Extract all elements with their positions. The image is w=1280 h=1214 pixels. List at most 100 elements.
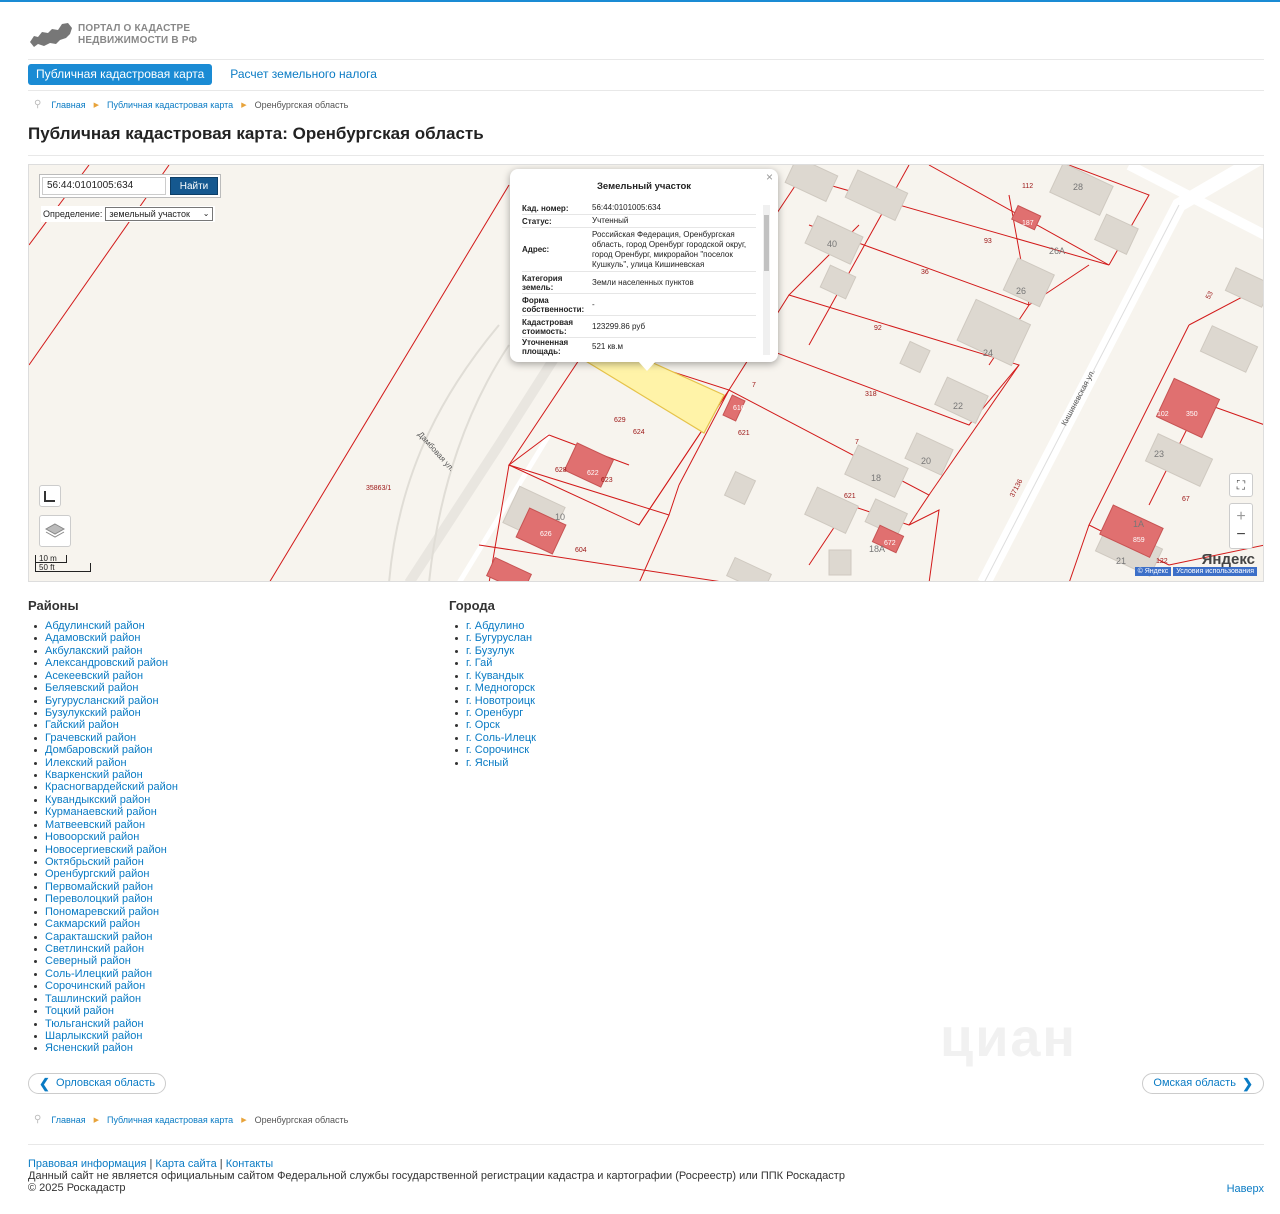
footer: Правовая информация | Карта сайта | Конт… xyxy=(28,1158,845,1194)
district-link[interactable]: Красногвардейский район xyxy=(28,781,178,793)
detail-row: Статус: Учтенный xyxy=(522,215,756,228)
district-link[interactable]: Сакмарский район xyxy=(28,918,178,930)
footer-links: Правовая информация | Карта сайта | Конт… xyxy=(28,1158,274,1170)
district-link[interactable]: Сорочинский район xyxy=(28,980,178,992)
breadcrumb-home[interactable]: Главная xyxy=(51,1115,85,1125)
arrow-right-icon: ▶ xyxy=(93,101,99,109)
city-link[interactable]: г. Соль-Илецк xyxy=(449,732,536,744)
district-link[interactable]: Октябрьский район xyxy=(28,856,178,868)
page-title: Публичная кадастровая карта: Оренбургска… xyxy=(28,124,484,143)
detail-row: Кад. номер: 56:44:0101005:634 xyxy=(522,202,756,215)
city-link[interactable]: г. Новотроицк xyxy=(449,695,536,707)
arrow-right-icon: ▶ xyxy=(93,1116,99,1124)
divider xyxy=(28,59,1264,60)
district-link[interactable]: Пономаревский район xyxy=(28,906,178,918)
tab-land-tax[interactable]: Расчет земельного налога xyxy=(222,64,385,85)
breadcrumb-map[interactable]: Публичная кадастровая карта xyxy=(107,100,233,110)
district-link[interactable]: Тоцкий район xyxy=(28,1005,178,1017)
detail-row: Форма собственности: - xyxy=(522,294,756,316)
district-link[interactable]: Оренбургский район xyxy=(28,868,178,880)
breadcrumb: ⚲ Главная ▶ Публичная кадастровая карта … xyxy=(34,99,348,110)
logo-line-2: НЕДВИЖИМОСТИ В РФ xyxy=(78,35,198,46)
district-link[interactable]: Новосергиевский район xyxy=(28,844,178,856)
search-button[interactable]: Найти xyxy=(170,177,218,195)
district-link[interactable]: Илекский район xyxy=(28,757,178,769)
close-icon[interactable]: × xyxy=(766,170,773,184)
district-link[interactable]: Бугурусланский район xyxy=(28,695,178,707)
yandex-logo: Яндекс xyxy=(1201,551,1255,568)
chevron-left-icon: ❮ xyxy=(39,1076,50,1091)
city-link[interactable]: г. Оренбург xyxy=(449,707,536,719)
site-logo[interactable]: ПОРТАЛ О КАДАСТРЕ НЕДВИЖИМОСТИ В РФ xyxy=(28,18,197,52)
city-link[interactable]: г. Ясный xyxy=(449,757,536,769)
district-link[interactable]: Бузулукский район xyxy=(28,707,178,719)
district-link[interactable]: Кваркенский район xyxy=(28,769,178,781)
city-link[interactable]: г. Бузулук xyxy=(449,645,536,657)
legal-info-link[interactable]: Правовая информация xyxy=(28,1158,146,1170)
breadcrumb-home[interactable]: Главная xyxy=(51,100,85,110)
arrow-right-icon: ▶ xyxy=(241,101,247,109)
terms-link[interactable]: Условия использования xyxy=(1173,567,1257,576)
tab-cadastral-map[interactable]: Публичная кадастровая карта xyxy=(28,64,213,85)
district-link[interactable]: Курманаевский район xyxy=(28,806,178,818)
breadcrumb-bottom: ⚲ Главная ▶ Публичная кадастровая карта … xyxy=(34,1114,348,1125)
arrow-right-icon: ▶ xyxy=(241,1116,247,1124)
russia-map-icon xyxy=(30,23,72,47)
definition-select[interactable]: земельный участок ⌄ xyxy=(105,207,214,221)
cadastral-map[interactable]: Дамбовая ул. Кишиневская ул. 35863/1 371… xyxy=(28,164,1264,582)
city-link[interactable]: г. Орск xyxy=(449,719,536,731)
location-pin-icon: ⚲ xyxy=(34,99,42,110)
district-link[interactable]: Первомайский район xyxy=(28,881,178,893)
district-link[interactable]: Абдулинский район xyxy=(28,620,178,632)
back-to-top-link[interactable]: Наверх xyxy=(1227,1183,1264,1195)
district-link[interactable]: Ташлинский район xyxy=(28,993,178,1005)
next-region-button[interactable]: Омская область ❯ xyxy=(1142,1073,1264,1094)
zoom-in-button[interactable]: + xyxy=(1236,508,1245,526)
city-link[interactable]: г. Абдулино xyxy=(449,620,536,632)
district-link[interactable]: Переволоцкий район xyxy=(28,893,178,905)
divider xyxy=(28,1144,1264,1145)
city-link[interactable]: г. Гай xyxy=(449,657,536,669)
zoom-out-button[interactable]: − xyxy=(1236,526,1245,544)
sitemap-link[interactable]: Карта сайта xyxy=(155,1158,216,1170)
district-link[interactable]: Соль-Илецкий район xyxy=(28,968,178,980)
definition-label: Определение: xyxy=(43,209,103,219)
cadastral-number-input[interactable]: 56:44:0101005:634 xyxy=(42,177,166,195)
city-link[interactable]: г. Бугуруслан xyxy=(449,632,536,644)
district-link[interactable]: Грачевский район xyxy=(28,732,178,744)
district-link[interactable]: Саракташский район xyxy=(28,931,178,943)
district-link[interactable]: Александровский район xyxy=(28,657,178,669)
district-link[interactable]: Домбаровский район xyxy=(28,744,178,756)
detail-row: Категория земель: Земли населенных пункт… xyxy=(522,272,756,294)
district-link[interactable]: Беляевский район xyxy=(28,682,178,694)
fullscreen-icon[interactable]: ⛶ xyxy=(1229,473,1253,497)
district-link[interactable]: Новоорский район xyxy=(28,831,178,843)
district-link[interactable]: Северный район xyxy=(28,955,178,967)
detail-row: Адрес: Российская Федерация, Оренбургска… xyxy=(522,228,756,272)
watermark: циан xyxy=(940,1008,1078,1068)
district-link[interactable]: Матвеевский район xyxy=(28,819,178,831)
district-link[interactable]: Тюльганский район xyxy=(28,1018,178,1030)
district-link[interactable]: Гайский район xyxy=(28,719,178,731)
district-link[interactable]: Шарлыкский район xyxy=(28,1030,178,1042)
district-link[interactable]: Кувандыкский район xyxy=(28,794,178,806)
layers-icon[interactable] xyxy=(39,515,71,547)
divider xyxy=(28,155,1264,156)
district-link[interactable]: Асекеевский район xyxy=(28,670,178,682)
districts-heading: Районы xyxy=(28,598,79,613)
breadcrumb-map[interactable]: Публичная кадастровая карта xyxy=(107,1115,233,1125)
district-link[interactable]: Акбулакский район xyxy=(28,645,178,657)
location-pin-icon: ⚲ xyxy=(34,1114,42,1125)
city-link[interactable]: г. Медногорск xyxy=(449,682,536,694)
district-link[interactable]: Ясненский район xyxy=(28,1042,178,1054)
ruler-icon[interactable] xyxy=(39,485,61,507)
district-link[interactable]: Адамовский район xyxy=(28,632,178,644)
district-link[interactable]: Светлинский район xyxy=(28,943,178,955)
city-link[interactable]: г. Кувандык xyxy=(449,670,536,682)
city-link[interactable]: г. Сорочинск xyxy=(449,744,536,756)
prev-region-button[interactable]: ❮ Орловская область xyxy=(28,1073,167,1094)
contacts-link[interactable]: Контакты xyxy=(226,1158,274,1170)
cities-list: г. Абдулино г. Бугуруслан г. Бузулук г. Гай… xyxy=(449,620,536,769)
definition-row: Определение: земельный участок ⌄ xyxy=(41,206,216,222)
popup-scrollbar[interactable] xyxy=(763,205,770,355)
